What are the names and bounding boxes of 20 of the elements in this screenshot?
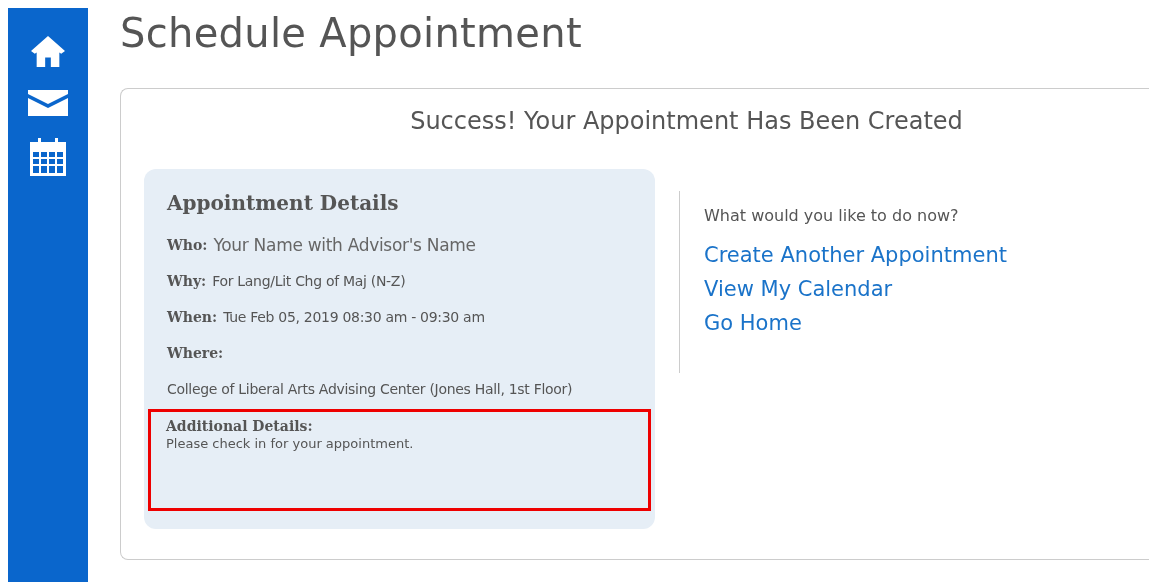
additional-note: Please check in for your appointment. <box>166 436 415 451</box>
action-link[interactable]: View My Calendar <box>704 277 893 301</box>
action-link[interactable]: Go Home <box>704 311 802 335</box>
field-value: Your Name with Advisor's Name <box>213 235 476 255</box>
mail-icon[interactable] <box>28 90 68 116</box>
details-title: Appointment Details <box>167 191 400 215</box>
field-value: For Lang/Lit Chg of Maj (N-Z) <box>212 273 406 289</box>
page-title: Schedule Appointment <box>120 10 583 56</box>
calendar-icon[interactable] <box>30 138 66 176</box>
field-label: When: <box>167 309 218 325</box>
field-label: Who: <box>167 237 208 253</box>
home-icon[interactable] <box>29 34 67 68</box>
next-prompt: What would you like to do now? <box>704 206 960 225</box>
field-value: College of Liberal Arts Advising Center (Jones Hall, 1st Floor) <box>167 381 573 397</box>
field-value: Tue Feb 05, 2019 08:30 am - 09:30 am <box>223 309 485 325</box>
action-link[interactable]: Create Another Appointment <box>704 243 1007 267</box>
field-label: Why: <box>167 273 207 289</box>
field-label: Where: <box>167 345 224 361</box>
success-heading: Success! Your Appointment Has Been Created <box>409 107 964 135</box>
additional-label: Additional Details: <box>166 418 314 434</box>
